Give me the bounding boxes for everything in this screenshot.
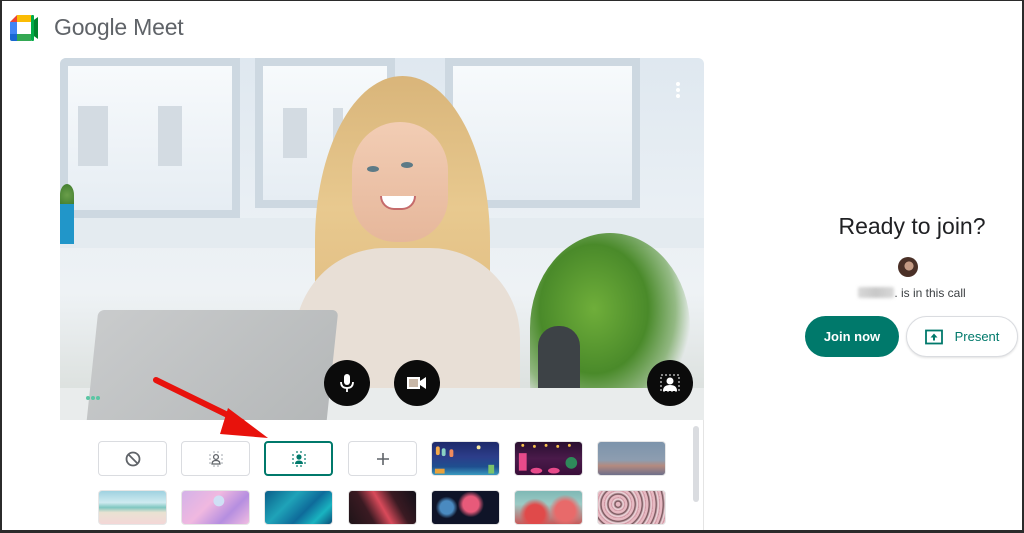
participant-avatar [898, 257, 918, 277]
in-call-text: . is in this call [894, 286, 966, 300]
participant-name-redacted [858, 287, 895, 298]
self-video-preview [60, 58, 704, 420]
bg-option-blossoms[interactable] [514, 490, 583, 525]
background-replace-icon [660, 374, 680, 392]
festival-thumbnail [518, 443, 578, 474]
present-screen-icon [924, 329, 943, 344]
present-button[interactable]: Present [906, 316, 1018, 357]
more-dot [676, 88, 680, 92]
bg-option-lanterns[interactable] [431, 441, 500, 476]
annotation-arrow [153, 377, 268, 438]
eye [367, 166, 379, 172]
more-dot [676, 82, 680, 86]
bg-option-blur[interactable] [264, 441, 333, 476]
microphone-toggle-button[interactable] [324, 360, 370, 406]
bg-option-clouds[interactable] [181, 490, 250, 525]
person-face [352, 122, 448, 242]
bg-option-flowers[interactable] [597, 490, 666, 525]
plant [60, 184, 74, 206]
microphone-icon [340, 374, 354, 392]
more-dot [676, 94, 680, 98]
bg-option-galaxy[interactable] [348, 490, 417, 525]
bg-option-water[interactable] [264, 490, 333, 525]
more-options-button[interactable] [670, 78, 686, 102]
ready-to-join-heading: Ready to join? [838, 213, 986, 239]
block-icon [125, 451, 140, 466]
plant-pot [60, 204, 74, 244]
lanterns-thumbnail [434, 445, 495, 474]
bg-option-slight-blur[interactable] [181, 441, 250, 476]
picker-scrollbar[interactable] [693, 426, 699, 502]
present-button-label: Present [954, 329, 1000, 344]
bg-window [60, 58, 240, 218]
video-camera-icon [407, 377, 426, 389]
bg-option-upload[interactable] [348, 441, 417, 476]
plus-icon [376, 452, 389, 465]
visual-effects-button[interactable] [647, 360, 693, 406]
app-title: Google Meet [54, 14, 184, 40]
in-call-status: . is in this call [800, 286, 1024, 300]
eye [401, 162, 413, 168]
bg-option-none[interactable] [98, 441, 167, 476]
join-now-button[interactable]: Join now [805, 316, 899, 357]
camera-toggle-button[interactable] [394, 360, 440, 406]
bg-option-beach[interactable] [98, 490, 167, 525]
google-meet-logo-icon [10, 15, 38, 41]
audio-level-indicator [86, 396, 100, 400]
bg-option-fireworks[interactable] [431, 490, 500, 525]
slight-blur-icon [208, 450, 223, 467]
bg-option-sunset[interactable] [597, 441, 666, 476]
bg-option-festival[interactable] [514, 441, 583, 476]
blur-icon [291, 450, 306, 467]
